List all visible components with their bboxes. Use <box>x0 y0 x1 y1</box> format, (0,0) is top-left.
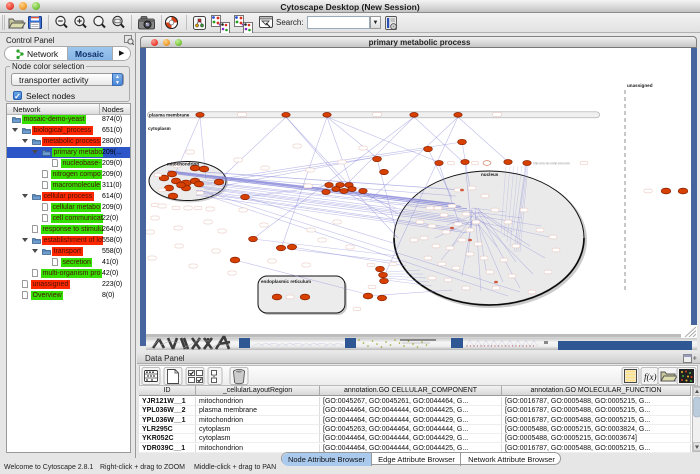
svg-text:f(x): f(x) <box>644 372 657 382</box>
svg-text:plasma membrane: plasma membrane <box>149 113 190 118</box>
svg-text:cytoplasm: cytoplasm <box>148 126 171 131</box>
svg-text:nucleus: nucleus <box>481 172 499 177</box>
svg-text:nnn-nnn nn-nnnn-nnn nnn: nnn-nnn nn-nnnn-nnn nnn <box>533 162 570 166</box>
svg-text:endoplasmic reticulum: endoplasmic reticulum <box>261 279 311 284</box>
svg-text:mitochondrion: mitochondrion <box>167 162 199 167</box>
svg-text:unassigned: unassigned <box>627 83 653 88</box>
